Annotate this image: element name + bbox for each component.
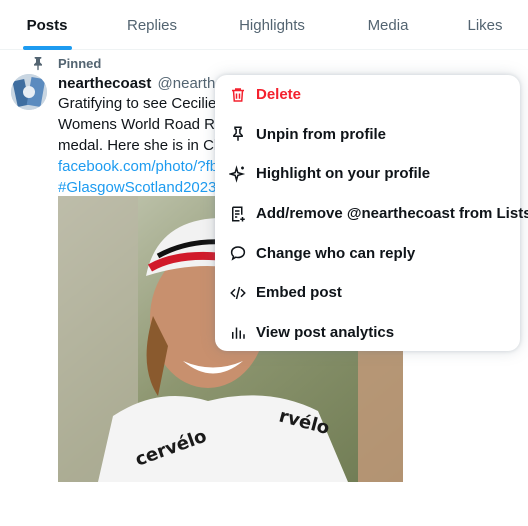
tab-label: Highlights [239, 16, 305, 34]
unpin-menu-item[interactable]: Unpin from profile [215, 115, 520, 155]
lists-menu-item[interactable]: Add/remove @nearthecoast from Lists [215, 194, 528, 234]
delete-menu-item[interactable]: Delete [215, 75, 520, 115]
tab-label: Media [367, 16, 409, 34]
tab-label: Posts [26, 16, 68, 34]
post-body[interactable]: nearthecoast @nearthec Gratifying to see… [58, 74, 218, 199]
sparkle-icon [229, 165, 246, 183]
post-text-line: Womens World Road Rac [58, 116, 218, 133]
speech-bubble-icon [230, 246, 246, 261]
avatar-image [11, 74, 47, 110]
author-handle[interactable]: @nearthec [158, 75, 218, 92]
author-name[interactable]: nearthecoast [58, 75, 151, 92]
menu-item-label: Highlight on your profile [256, 165, 431, 183]
tab-replies[interactable]: Replies [94, 0, 210, 50]
analytics-icon [232, 327, 245, 340]
tab-media[interactable]: Media [334, 0, 442, 50]
avatar[interactable] [11, 74, 47, 110]
menu-item-label: Add/remove @nearthecoast from Lists [256, 205, 528, 223]
post-text-line: medal. Here she is in Chu [58, 137, 218, 154]
tab-label: Likes [467, 16, 503, 34]
code-icon [230, 286, 246, 299]
analytics-menu-item[interactable]: View post analytics [215, 313, 520, 353]
menu-item-label: Delete [256, 86, 302, 104]
list-add-icon [232, 206, 245, 222]
post-text-line: Gratifying to see Cecilie U [58, 95, 218, 112]
tab-likes[interactable]: Likes [442, 0, 528, 50]
highlight-menu-item[interactable]: Highlight on your profile [215, 154, 520, 194]
profile-tabs: Posts Replies Highlights Media Likes [0, 0, 528, 50]
tab-posts[interactable]: Posts [0, 0, 94, 50]
reply-settings-menu-item[interactable]: Change who can reply [215, 233, 520, 273]
post-options-menu: Delete Unpin from profile Highlight on y… [215, 75, 528, 353]
tab-highlights[interactable]: Highlights [210, 0, 334, 50]
tab-label: Replies [126, 16, 178, 34]
pin-icon [34, 57, 42, 71]
menu-item-label: Embed post [256, 284, 342, 302]
trash-icon [232, 88, 244, 102]
post-header: nearthecoast @nearthec [58, 74, 218, 94]
pinned-label: Pinned [58, 55, 102, 71]
pin-icon [233, 126, 243, 142]
active-tab-indicator [23, 46, 72, 50]
menu-item-label: Unpin from profile [256, 125, 386, 143]
post-link[interactable]: facebook.com/photo/?fb [58, 157, 218, 178]
embed-menu-item[interactable]: Embed post [215, 273, 520, 313]
pinned-indicator: Pinned [30, 55, 101, 71]
menu-item-label: View post analytics [256, 323, 395, 341]
menu-item-label: Change who can reply [256, 244, 416, 262]
